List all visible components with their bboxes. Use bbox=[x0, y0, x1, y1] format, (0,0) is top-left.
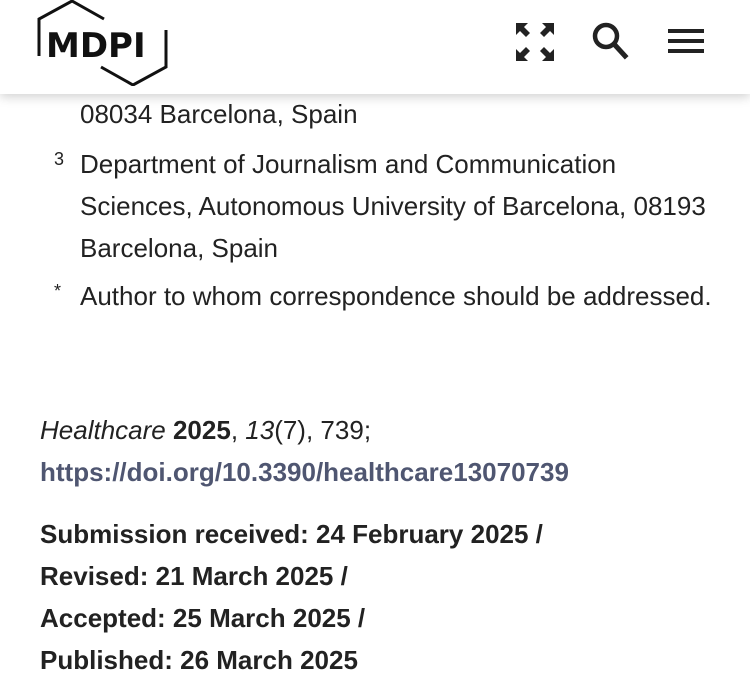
citation-volume: 13 bbox=[245, 415, 275, 445]
citation-line: Healthcare 2025, 13(7), 739; bbox=[40, 415, 372, 445]
journal-name: Healthcare bbox=[40, 415, 166, 445]
affiliation-3-marker: 3 bbox=[54, 149, 65, 169]
article-page: 08034 Barcelona, Spain 3 Department of J… bbox=[0, 0, 750, 687]
menu-button[interactable] bbox=[664, 20, 708, 64]
search-icon bbox=[592, 22, 629, 60]
correspondence-note: Author to whom correspondence should be … bbox=[80, 281, 712, 311]
expand-button[interactable] bbox=[513, 20, 557, 64]
citation-article: 739 bbox=[320, 415, 364, 445]
site-header: MDPI bbox=[0, 0, 750, 94]
article-content: 08034 Barcelona, Spain 3 Department of J… bbox=[0, 0, 750, 687]
citation-issue: (7) bbox=[274, 415, 306, 445]
logo-text: MDPI bbox=[46, 26, 146, 66]
publication-history: Submission received: 24 February 2025 / … bbox=[40, 513, 740, 681]
affiliation-2-last-line: 08034 Barcelona, Spain bbox=[80, 99, 358, 129]
mdpi-logo[interactable]: MDPI bbox=[36, 0, 172, 86]
citation-year: 2025 bbox=[172, 415, 231, 445]
date-accepted: Accepted: 25 March 2025 / bbox=[40, 603, 366, 633]
correspondence-marker: * bbox=[54, 281, 62, 301]
search-button[interactable] bbox=[589, 20, 633, 64]
expand-icon bbox=[516, 23, 554, 61]
date-published: Published: 26 March 2025 bbox=[40, 645, 358, 675]
date-received: Submission received: 24 February 2025 / bbox=[40, 519, 543, 549]
affiliation-3-text: Department of Journalism and Communicati… bbox=[80, 149, 706, 263]
date-revised: Revised: 21 March 2025 / bbox=[40, 561, 348, 591]
doi-link[interactable]: https://doi.org/10.3390/healthcare130707… bbox=[40, 451, 569, 493]
hamburger-menu-icon bbox=[668, 29, 704, 53]
